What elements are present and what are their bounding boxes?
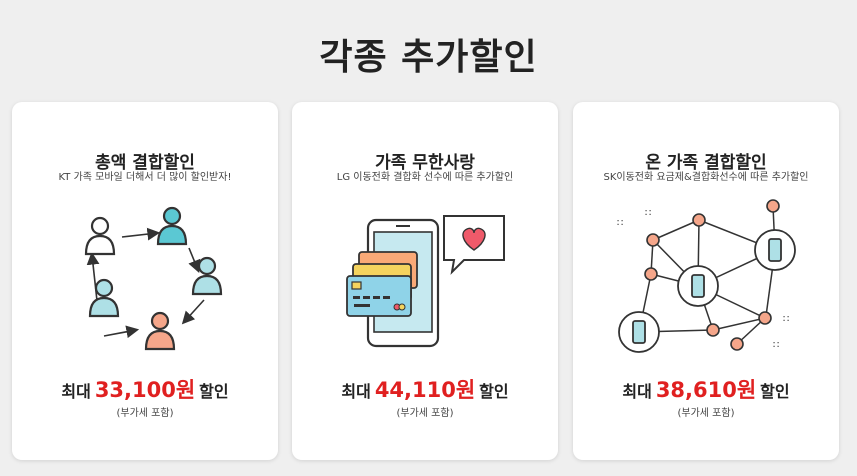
discount-card-total[interactable]: 총액 결합할인 KT 가족 모바일 더해서 더 많이 할인받자! 최대 33,1… <box>12 102 278 460</box>
people-network-icon <box>84 206 223 351</box>
max-discount-price: 최대 33,100원 할인 <box>61 378 229 402</box>
phone-cards-heart-icon <box>346 215 505 348</box>
svg-text:∷: ∷ <box>645 208 651 219</box>
svg-text:∷: ∷ <box>773 340 779 351</box>
svg-text:∷: ∷ <box>617 218 623 229</box>
discount-card-family[interactable]: 가족 무한사랑 LG 이동전화 결합화 선수에 따른 추가할인 최대 44,110… <box>292 102 558 460</box>
discount-amount: 38,610원 <box>655 378 757 402</box>
max-discount-price: 최대 38,610원 할인 <box>622 378 790 402</box>
card-subtitle: KT 가족 모바일 더해서 더 많이 할인받자! <box>58 172 232 183</box>
max-discount-price: 최대 44,110원 할인 <box>341 378 509 402</box>
card-subtitle: LG 이동전화 결합화 선수에 따른 추가할인 <box>336 172 514 183</box>
vat-note: (부가세 포함) <box>116 408 174 419</box>
discount-card-all-family[interactable]: 온 가족 결합할인 SK이동전화 요금제&결합화선수에 따른 추가할인 ∷ ∷ … <box>573 102 839 460</box>
discount-amount: 33,100원 <box>94 378 196 402</box>
device-network-icon: ∷ ∷ ∷ ∷ <box>617 199 796 353</box>
vat-note: (부가세 포함) <box>677 408 735 419</box>
discount-amount: 44,110원 <box>374 378 476 402</box>
vat-note: (부가세 포함) <box>396 408 454 419</box>
page-title: 각종 추가할인 <box>319 37 538 78</box>
card-subtitle: SK이동전화 요금제&결합화선수에 따른 추가할인 <box>603 172 809 183</box>
svg-text:∷: ∷ <box>783 314 789 325</box>
